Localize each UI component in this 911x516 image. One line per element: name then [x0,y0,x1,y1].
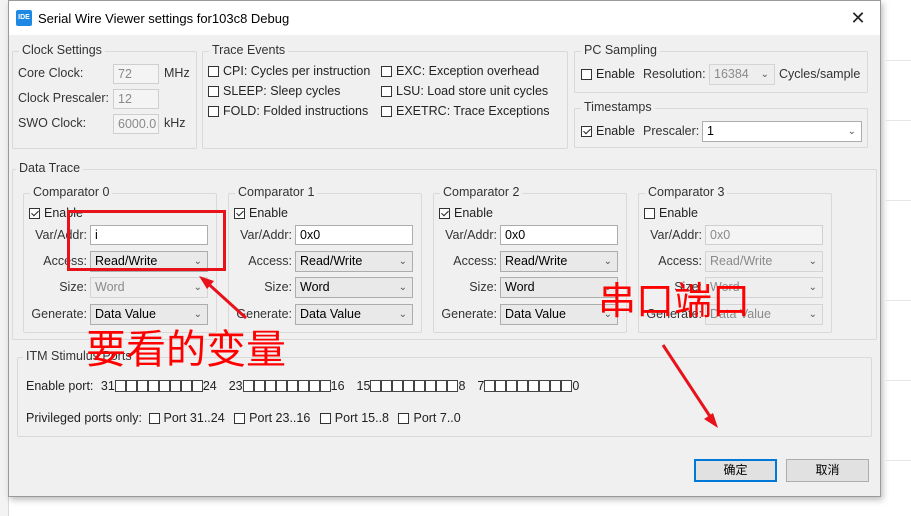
arrow-to-port-0 [661,344,718,428]
annotation-arrows [199,276,718,428]
arrow-to-variable [199,276,248,320]
